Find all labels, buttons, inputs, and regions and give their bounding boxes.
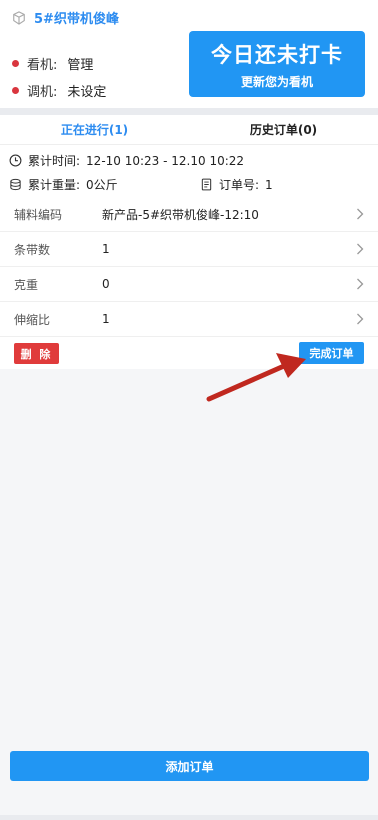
checkin-button[interactable]: 今日还未打卡 更新您为看机 xyxy=(189,31,365,97)
field-gram-weight[interactable]: 克重 0 xyxy=(0,267,378,302)
order-tabs: 正在进行(1) 历史订单(0) xyxy=(0,115,378,145)
field-material-code[interactable]: 辅料编码 新产品-5#织带机俊峰-12:10 xyxy=(0,197,378,232)
field-label: 条带数 xyxy=(14,242,51,257)
chevron-right-icon xyxy=(357,278,364,290)
chevron-right-icon xyxy=(357,243,364,255)
field-label: 辅料编码 xyxy=(14,207,63,222)
section-divider xyxy=(0,108,378,115)
add-order-button[interactable]: 添加订单 xyxy=(10,751,369,781)
watcher-row: 看机: 管理 xyxy=(12,54,93,73)
cube-icon xyxy=(13,10,25,25)
document-icon xyxy=(201,178,212,191)
bottom-divider xyxy=(0,815,378,820)
field-stretch-ratio[interactable]: 伸缩比 1 xyxy=(0,302,378,337)
field-value: 1 xyxy=(102,242,110,256)
database-icon xyxy=(10,178,21,191)
clock-icon xyxy=(9,154,22,167)
total-weight-value: 0公斤 xyxy=(86,178,118,192)
machine-name: 5#织带机俊峰 xyxy=(34,12,119,27)
annotation-arrow-icon xyxy=(206,353,306,402)
order-number-label: 订单号: xyxy=(219,178,260,192)
field-strip-count[interactable]: 条带数 1 xyxy=(0,232,378,267)
total-weight-row: 累计重量: 0公斤 xyxy=(9,176,118,193)
adjuster-value: 未设定 xyxy=(67,85,107,100)
adjuster-label: 调机: xyxy=(27,85,58,100)
chevron-right-icon xyxy=(357,313,364,325)
field-label: 伸缩比 xyxy=(14,312,51,327)
order-number-row: 订单号: 1 xyxy=(200,176,273,193)
field-value: 新产品-5#织带机俊峰-12:10 xyxy=(102,207,259,222)
chevron-right-icon xyxy=(357,208,364,220)
watcher-label: 看机: xyxy=(27,58,58,73)
checkin-subtitle: 更新您为看机 xyxy=(240,74,313,89)
total-time-value: 12-10 10:23 - 12.10 10:22 xyxy=(86,153,245,168)
field-value: 1 xyxy=(102,312,110,326)
order-number-value: 1 xyxy=(265,177,273,192)
total-time-label: 累计时间: xyxy=(28,154,81,168)
delete-button[interactable]: 删 除 xyxy=(14,343,59,364)
status-dot xyxy=(12,87,19,94)
order-summary: 累计时间: 12-10 10:23 - 12.10 10:22 累计重量: 0公… xyxy=(0,145,378,197)
watcher-value: 管理 xyxy=(67,58,94,73)
total-weight-label: 累计重量: xyxy=(28,178,81,192)
machine-title[interactable]: 5#织带机俊峰 xyxy=(12,8,119,27)
tab-history[interactable]: 历史订单(0) xyxy=(189,115,378,144)
total-time-row: 累计时间: 12-10 10:23 - 12.10 10:22 xyxy=(9,152,244,169)
machine-header: 5#织带机俊峰 看机: 管理 调机: 未设定 今日还未打卡 更新您为看机 xyxy=(0,0,378,108)
adjuster-row: 调机: 未设定 xyxy=(12,81,106,100)
status-dot xyxy=(12,60,19,67)
field-label: 克重 xyxy=(14,277,39,292)
checkin-title: 今日还未打卡 xyxy=(211,42,343,67)
field-value: 0 xyxy=(102,277,110,291)
tab-in-progress[interactable]: 正在进行(1) xyxy=(0,115,189,144)
